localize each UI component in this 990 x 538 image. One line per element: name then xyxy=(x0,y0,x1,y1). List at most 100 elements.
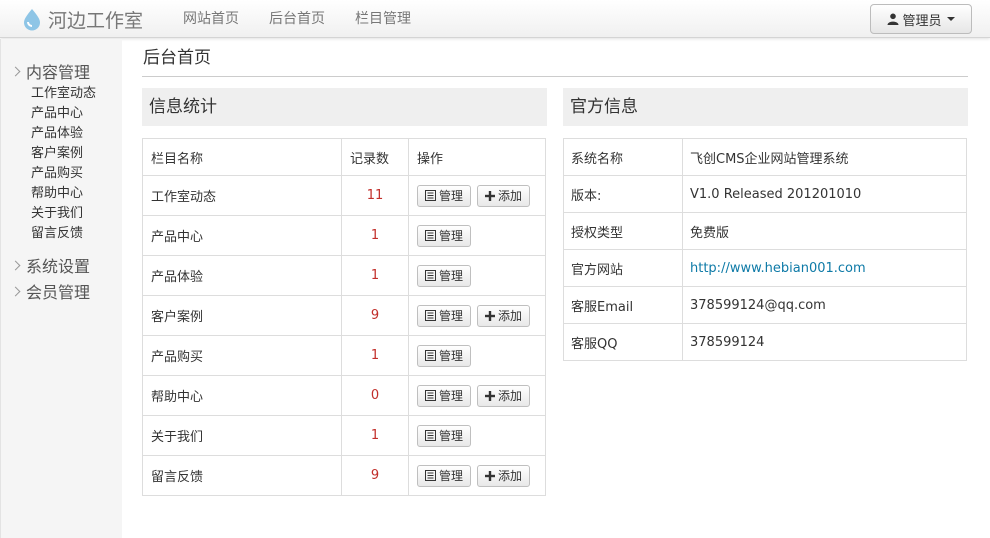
water-drop-icon xyxy=(24,9,40,31)
nav-item-site-home[interactable]: 网站首页 xyxy=(168,0,254,38)
plus-icon xyxy=(485,190,496,201)
chevron-right-icon xyxy=(10,260,21,270)
user-menu-button[interactable]: 管理员 xyxy=(870,4,972,34)
manage-button-label: 管理 xyxy=(439,229,464,243)
caret-down-icon xyxy=(946,17,955,21)
list-icon xyxy=(425,190,436,201)
manage-button[interactable]: 管理 xyxy=(417,224,472,247)
table-row: 帮助中心 0 管理 添加 xyxy=(142,375,546,416)
row-name: 关于我们 xyxy=(142,415,342,456)
sidebar-group-label: 会员管理 xyxy=(26,283,91,302)
row-count: 1 xyxy=(341,215,409,256)
add-button-label: 添加 xyxy=(498,309,523,323)
row-actions: 管理 xyxy=(408,255,546,296)
plus-icon xyxy=(485,390,496,401)
column-header-action: 操作 xyxy=(408,138,546,176)
sidebar-item-feedback[interactable]: 留言反馈 xyxy=(31,224,122,244)
row-name: 帮助中心 xyxy=(142,375,342,416)
manage-button[interactable]: 管理 xyxy=(417,424,472,447)
row-count: 1 xyxy=(341,335,409,376)
manage-button-label: 管理 xyxy=(439,469,464,483)
add-button[interactable]: 添加 xyxy=(477,184,531,207)
list-icon xyxy=(425,470,436,481)
table-row: 官方网站 http://www.hebian001.com xyxy=(563,249,967,287)
row-count: 1 xyxy=(341,255,409,296)
add-button[interactable]: 添加 xyxy=(477,384,531,407)
info-value-cell: 378599124 xyxy=(682,323,967,361)
info-key: 版本: xyxy=(563,175,683,213)
info-value: 378599124 xyxy=(690,334,765,350)
sidebar-item-product-trial[interactable]: 产品体验 xyxy=(31,124,122,144)
nav-item-column-manage[interactable]: 栏目管理 xyxy=(340,0,426,38)
row-name: 产品中心 xyxy=(142,215,342,256)
row-actions: 管理 xyxy=(408,335,546,376)
manage-button[interactable]: 管理 xyxy=(417,464,472,487)
row-actions: 管理 添加 xyxy=(408,175,546,216)
info-key: 系统名称 xyxy=(563,138,683,176)
list-icon xyxy=(425,390,436,401)
sidebar-item-studio-news[interactable]: 工作室动态 xyxy=(31,84,122,104)
list-icon xyxy=(425,350,436,361)
table-row: 产品中心 1 管理 xyxy=(142,215,546,256)
manage-button[interactable]: 管理 xyxy=(417,304,472,327)
add-button-label: 添加 xyxy=(498,469,523,483)
top-navbar: 河边工作室 网站首页 后台首页 栏目管理 管理员 xyxy=(0,0,990,38)
column-header-count: 记录数 xyxy=(341,138,409,176)
sidebar-group-settings[interactable]: 系统设置 xyxy=(1,252,122,278)
list-icon xyxy=(425,230,436,241)
stats-panel-title: 信息统计 xyxy=(142,88,547,126)
manage-button-label: 管理 xyxy=(439,389,464,403)
nav-item-admin-home[interactable]: 后台首页 xyxy=(254,0,340,38)
table-row: 产品体验 1 管理 xyxy=(142,255,546,296)
manage-button[interactable]: 管理 xyxy=(417,344,472,367)
table-row: 授权类型 免费版 xyxy=(563,212,967,250)
row-name: 客户案例 xyxy=(142,295,342,336)
info-key: 客服Email xyxy=(563,286,683,324)
table-row: 留言反馈 9 管理 添加 xyxy=(142,455,546,496)
sidebar-group-content[interactable]: 内容管理 xyxy=(1,58,122,84)
stats-table: 栏目名称 记录数 操作 工作室动态 11 管理 添加 产品中心 1 管理 产品体验 1 管理 客户案… xyxy=(142,138,546,496)
info-key: 授权类型 xyxy=(563,212,683,250)
chevron-right-icon xyxy=(10,286,21,296)
row-name: 工作室动态 xyxy=(142,175,342,216)
manage-button[interactable]: 管理 xyxy=(417,384,472,407)
sidebar-item-help[interactable]: 帮助中心 xyxy=(31,184,122,204)
sidebar-group-label: 内容管理 xyxy=(26,63,91,82)
user-icon xyxy=(887,13,899,25)
row-actions: 管理 添加 xyxy=(408,295,546,336)
table-row: 产品购买 1 管理 xyxy=(142,335,546,376)
sidebar-item-purchase[interactable]: 产品购买 xyxy=(31,164,122,184)
manage-button-label: 管理 xyxy=(439,269,464,283)
plus-icon xyxy=(485,310,496,321)
row-actions: 管理 xyxy=(408,415,546,456)
info-value-cell: http://www.hebian001.com xyxy=(682,249,967,287)
info-key: 官方网站 xyxy=(563,249,683,287)
add-button[interactable]: 添加 xyxy=(477,304,531,327)
table-row: 版本: V1.0 Released 201201010 xyxy=(563,175,967,213)
list-icon xyxy=(425,310,436,321)
list-icon xyxy=(425,270,436,281)
info-value-cell: 免费版 xyxy=(682,212,967,250)
add-button-label: 添加 xyxy=(498,389,523,403)
chevron-right-icon xyxy=(10,66,21,76)
page-title: 后台首页 xyxy=(142,39,968,77)
list-icon xyxy=(425,430,436,441)
row-name: 留言反馈 xyxy=(142,455,342,496)
info-value-cell: 378599124@qq.com xyxy=(682,286,967,324)
table-row: 系统名称 飞创CMS企业网站管理系统 xyxy=(563,138,967,176)
row-actions: 管理 xyxy=(408,215,546,256)
sidebar-group-members[interactable]: 会员管理 xyxy=(1,278,122,304)
info-value: 免费版 xyxy=(690,225,730,241)
sidebar-item-about[interactable]: 关于我们 xyxy=(31,204,122,224)
manage-button[interactable]: 管理 xyxy=(417,264,472,287)
table-row: 工作室动态 11 管理 添加 xyxy=(142,175,546,216)
manage-button[interactable]: 管理 xyxy=(417,184,472,207)
column-header-name: 栏目名称 xyxy=(142,138,342,176)
add-button[interactable]: 添加 xyxy=(477,464,531,487)
sidebar-item-cases[interactable]: 客户案例 xyxy=(31,144,122,164)
info-key: 客服QQ xyxy=(563,323,683,361)
brand[interactable]: 河边工作室 xyxy=(20,6,143,32)
sidebar-item-products[interactable]: 产品中心 xyxy=(31,104,122,124)
info-value: 飞创CMS企业网站管理系统 xyxy=(690,151,849,167)
official-website-link[interactable]: http://www.hebian001.com xyxy=(690,261,866,276)
